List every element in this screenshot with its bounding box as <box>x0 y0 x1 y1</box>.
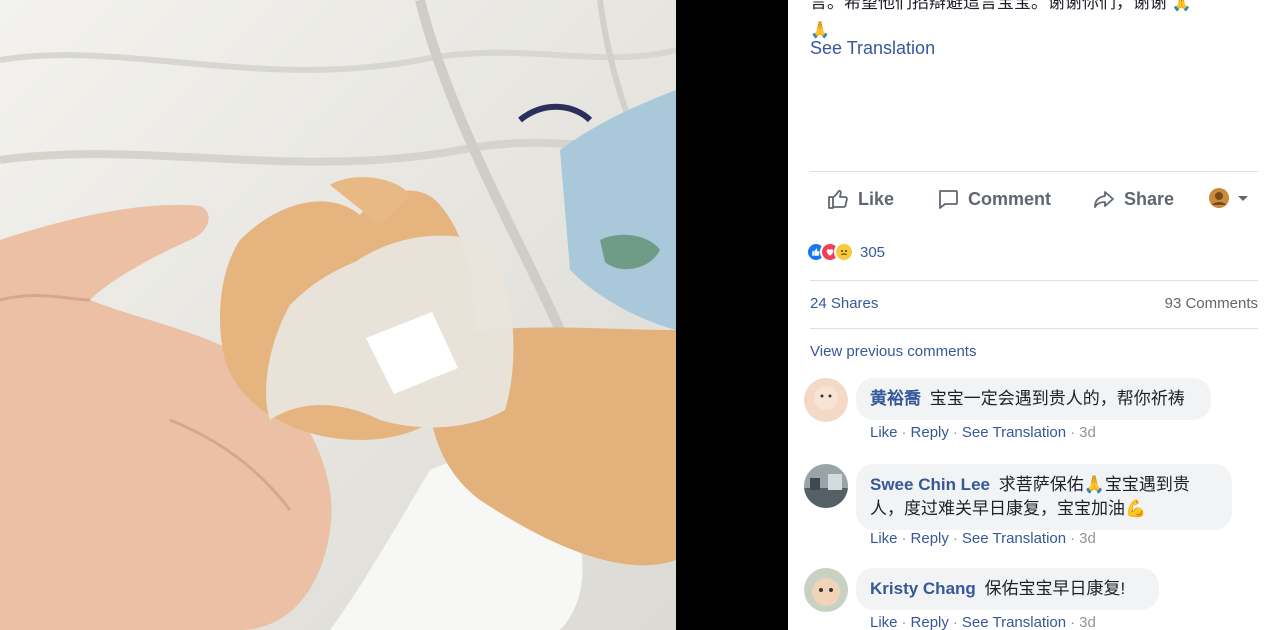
see-translation-link[interactable]: See Translation <box>810 38 935 59</box>
comment-icon <box>939 190 958 209</box>
comment-text: 宝宝一定会遇到贵人的，帮你祈祷 <box>929 389 1185 408</box>
comment-time: 3d <box>1079 424 1096 441</box>
comment-reply-link[interactable]: Reply <box>911 614 949 630</box>
comment-bubble: Kristy Chang 保佑宝宝早日康复! <box>856 568 1159 610</box>
reaction-count: 305 <box>860 243 886 261</box>
pray-emoji-2: 🙏 <box>810 22 830 39</box>
photo-illustration <box>0 0 676 630</box>
comment-text: 求菩萨保佑 <box>998 475 1084 494</box>
share-icon <box>1094 191 1114 208</box>
post-photo[interactable] <box>0 0 676 630</box>
avatar[interactable] <box>804 464 848 508</box>
comment-label: Comment <box>968 188 1052 209</box>
share-label: Share <box>1124 188 1175 209</box>
comment-like-link[interactable]: Like <box>870 614 898 630</box>
pray-emoji: 🙏 <box>1171 0 1192 12</box>
reactions-summary[interactable]: 305 <box>806 242 885 262</box>
view-previous-comments-link[interactable]: View previous comments <box>810 343 976 360</box>
comment-actions: Like · Reply · See Translation · 3d <box>870 530 1096 547</box>
comment-button[interactable]: Comment <box>936 180 1051 218</box>
divider <box>810 328 1258 329</box>
comment-author[interactable]: Kristy Chang <box>870 579 976 598</box>
like-button[interactable]: Like <box>826 180 894 218</box>
comment-bubble: 黄裕喬 宝宝一定会遇到贵人的，帮你祈祷 <box>856 378 1211 420</box>
post-as-selector[interactable] <box>1208 187 1250 209</box>
divider <box>810 171 1258 172</box>
comment-time: 3d <box>1079 614 1096 630</box>
post-text-line: 言。希望他们招辯避這言宝宝。谢谢你们，谢谢 <box>810 0 1167 12</box>
pray-emoji: 🙏 <box>1083 475 1105 494</box>
comment-like-link[interactable]: Like <box>870 424 898 441</box>
thumbs-up-icon <box>828 189 848 209</box>
photo-viewer-gutter <box>676 0 788 630</box>
profile-avatar-icon <box>1209 188 1229 208</box>
comment-reply-link[interactable]: Reply <box>911 530 949 547</box>
sad-reaction-icon <box>834 242 854 262</box>
comment-text: 保佑宝宝早日康复! <box>984 579 1126 598</box>
post-panel: 言。希望他们招辯避這言宝宝。谢谢你们，谢谢 🙏 🙏 See Translatio… <box>788 0 1280 630</box>
shares-count[interactable]: 24 Shares <box>810 295 878 312</box>
comment-author[interactable]: Swee Chin Lee <box>870 475 990 494</box>
avatar[interactable] <box>804 568 848 612</box>
comment-see-translation-link[interactable]: See Translation <box>962 424 1066 441</box>
comment-see-translation-link[interactable]: See Translation <box>962 614 1066 630</box>
comments-count[interactable]: 93 Comments <box>1165 295 1258 312</box>
muscle-emoji: 💪 <box>1125 499 1147 518</box>
comment-actions: Like · Reply · See Translation · 3d <box>870 424 1096 441</box>
comment-bubble: Swee Chin Lee 求菩萨保佑🙏宝宝遇到贵 人，度过难关早日康复，宝宝加… <box>856 464 1232 530</box>
comment-reply-link[interactable]: Reply <box>911 424 949 441</box>
comment-actions: Like · Reply · See Translation · 3d <box>870 614 1096 630</box>
divider <box>810 280 1258 281</box>
comment-see-translation-link[interactable]: See Translation <box>962 530 1066 547</box>
comment-like-link[interactable]: Like <box>870 530 898 547</box>
post-action-bar: Like Comment Share <box>810 180 1258 218</box>
comment-time: 3d <box>1079 530 1096 547</box>
comment-text: 宝宝遇到贵 <box>1104 475 1190 494</box>
share-button[interactable]: Share <box>1092 180 1174 218</box>
comment-author[interactable]: 黄裕喬 <box>870 389 921 408</box>
comment-text: 人，度过难关早日康复，宝宝加油 <box>870 499 1125 518</box>
chevron-down-icon <box>1238 196 1248 201</box>
like-label: Like <box>858 188 895 209</box>
avatar[interactable] <box>804 378 848 422</box>
